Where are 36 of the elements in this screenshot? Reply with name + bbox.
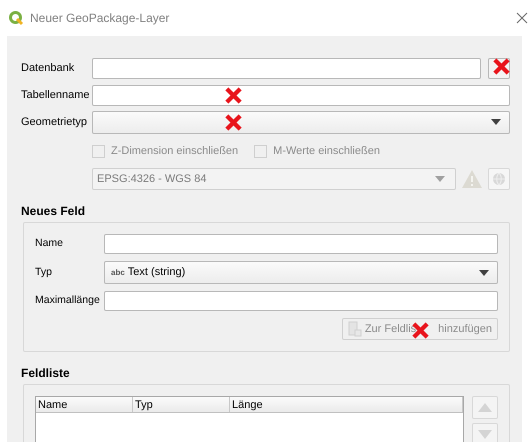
move-up-button[interactable] [472, 396, 498, 419]
close-icon[interactable] [516, 12, 528, 24]
caret-icon [479, 270, 489, 276]
globe-button[interactable] [488, 168, 510, 190]
input-field[interactable] [92, 58, 481, 78]
move-down-button[interactable] [472, 423, 498, 442]
globe-icon [492, 172, 506, 186]
table-add-icon [348, 321, 362, 337]
dropdown[interactable] [92, 110, 510, 134]
field-label: Name [35, 236, 64, 252]
section-title: Neues Feld [21, 203, 86, 220]
field-label: Geometrietyp [21, 114, 88, 130]
caret-icon [435, 176, 445, 182]
dropdown-value: Text (string) [128, 265, 186, 280]
column-header[interactable]: Länge [230, 397, 463, 412]
dropdown-value: EPSG:4326 - WGS 84 [97, 172, 208, 187]
app-logo-icon [8, 10, 24, 26]
dropdown[interactable]: abc Text (string) [104, 261, 498, 284]
input-field[interactable] [104, 291, 498, 311]
type-label: abc [111, 266, 125, 278]
section-title: Feldliste [21, 365, 71, 382]
caret-icon [491, 119, 501, 125]
checkbox-label: Z-Dimension einschließen [111, 144, 238, 159]
field-label: Typ [35, 264, 53, 280]
input-field[interactable] [92, 84, 510, 106]
field-label: Tabellenname [21, 88, 90, 103]
down-arrow-icon [478, 430, 492, 439]
field-label: Maximallänge [35, 293, 101, 308]
input-field[interactable] [104, 234, 498, 254]
up-arrow-icon [478, 403, 492, 412]
column-header[interactable]: Typ [133, 397, 230, 412]
window-title: Neuer GeoPackage-Layer [30, 10, 170, 27]
column-header[interactable]: Name [36, 397, 133, 412]
field-label: Datenbank [21, 60, 76, 76]
warning-icon [461, 169, 483, 189]
checkbox-label: M-Werte einschließen [273, 144, 380, 159]
